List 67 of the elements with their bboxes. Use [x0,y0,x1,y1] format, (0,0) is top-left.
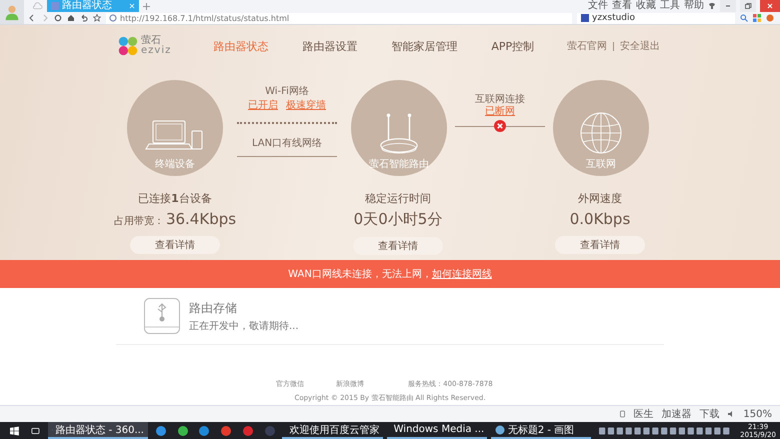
stat-title: 稳定运行时间 [365,191,431,207]
details-button[interactable]: 查看详情 [353,237,443,255]
stat-title: 已连接1台设备 [138,191,212,207]
alert-message: WAN口网线未连接，无法上网， [288,268,432,281]
help-link[interactable]: 如何连接网线 [432,267,492,281]
storage-subtitle: 正在开发中，敬请期待... [189,320,299,332]
search-icon[interactable] [740,14,748,22]
home-icon[interactable] [67,14,75,22]
connection-label: LAN口有线网络 [252,138,322,150]
connection-label: 互联网连接 [475,94,525,106]
status-item[interactable]: 加速器 [661,407,692,421]
apps-icon[interactable] [753,14,761,22]
menu-item[interactable]: 收藏 [636,0,656,12]
taskbar-window[interactable]: Windows Media ... [386,422,487,439]
menu-item[interactable]: 帮助 [684,0,704,12]
node-caption: 互联网 [586,159,616,170]
node-caption: 萤石智能路由 [369,159,429,170]
menu-item[interactable]: 工具 [660,0,680,12]
taskbar-window[interactable]: 无标题2 - 画图 [490,422,592,439]
stat-value: 36.4Kbps [166,210,236,228]
stat-value: 0.0Kbps [570,210,630,228]
restore-button[interactable] [740,0,756,12]
minimize-button[interactable] [720,0,736,12]
stat-title: 外网速度 [578,191,622,207]
extension-icon[interactable] [766,14,774,22]
refresh-icon[interactable] [54,14,62,22]
task-view-icon[interactable] [30,426,40,436]
nav-tab[interactable]: APP控制 [491,38,534,54]
node-caption: 终端设备 [155,159,195,170]
close-icon [766,2,774,10]
taskbar-window[interactable]: 欢迎使用百度云管家 [282,422,383,439]
phone-icon[interactable] [620,410,626,418]
header-link[interactable]: 萤石官网 [567,39,607,53]
back-icon[interactable] [28,14,36,22]
restore-icon [744,2,752,10]
details-button[interactable]: 查看详情 [130,236,220,254]
search-engine-icon [581,14,589,22]
start-icon[interactable] [10,426,19,436]
shield-icon [109,14,117,22]
error-icon [494,120,506,132]
header-link[interactable]: 安全退出 [620,39,660,53]
stat-value: 0天0小时5分 [354,210,442,229]
brand-logo[interactable]: 萤石 ezviz [117,35,172,57]
undo-icon[interactable] [80,14,88,22]
shirt-icon[interactable] [708,2,716,10]
connection-label: Wi-Fi网络 [265,86,309,98]
details-button[interactable]: 查看详情 [555,236,645,254]
close-icon[interactable] [129,3,135,9]
storage-title: 路由存储 [189,300,238,316]
new-tab-icon[interactable] [143,2,150,10]
status-item[interactable]: 下载 [699,407,720,421]
globe-icon [579,111,623,155]
close-button[interactable] [760,0,780,12]
tray-icons-drawing[interactable] [599,426,732,434]
favicon-icon [51,2,59,10]
search-field[interactable]: yzxstudio [577,12,735,24]
nav-tab[interactable]: 智能家居管理 [391,38,458,54]
status-item[interactable]: 医生 [633,407,654,421]
stat-label: 占用带宽： [114,214,164,228]
usb-drive-icon [144,298,180,334]
taskbar-window[interactable]: 路由器状态 - 360... [48,422,148,439]
router-icon [378,113,420,155]
star-icon[interactable] [93,14,101,22]
nav-tab[interactable]: 路由器设置 [302,38,358,54]
address-bar[interactable]: http://192.168.7.1/html/status/status.html [106,12,572,24]
menu-item[interactable]: 查看 [612,0,632,12]
zoom-level[interactable]: 150% [743,408,772,420]
